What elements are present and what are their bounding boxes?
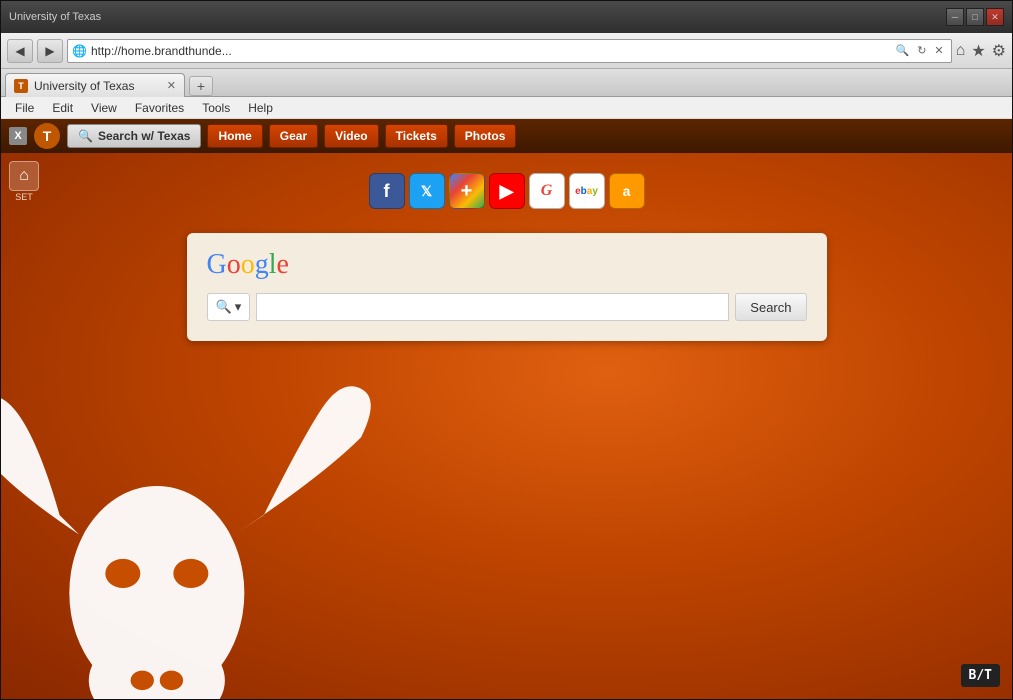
menu-help[interactable]: Help <box>240 99 281 117</box>
tickets-texas-button[interactable]: Tickets <box>385 124 448 148</box>
google-plus-icon[interactable]: + <box>449 173 485 209</box>
search-input-row: 🔍 ▾ Search <box>207 293 807 321</box>
tab-favicon: T <box>14 79 28 93</box>
google-logo-o2: o <box>241 249 255 280</box>
texas-toolbar-close[interactable]: X <box>9 127 27 145</box>
title-bar-left: University of Texas <box>9 11 109 23</box>
google-logo: Google <box>207 249 807 281</box>
google-icon[interactable]: G <box>529 173 565 209</box>
tab-bar: T University of Texas ✕ + <box>1 69 1012 97</box>
back-button[interactable]: ◀ <box>7 39 33 63</box>
search-icon: 🔍 <box>78 129 93 143</box>
svg-text:T: T <box>43 128 52 144</box>
google-logo-l: l <box>269 249 277 280</box>
menu-favorites[interactable]: Favorites <box>127 99 192 117</box>
google-search-button[interactable]: Search <box>735 293 806 321</box>
home-texas-label: Home <box>218 129 251 143</box>
google-logo-o1: o <box>227 249 241 280</box>
menu-bar: File Edit View Favorites Tools Help <box>1 97 1012 119</box>
longhorn-svg <box>1 379 411 699</box>
stop-btn[interactable]: ✕ <box>931 43 946 58</box>
search-address-btn[interactable]: 🔍 <box>893 43 913 58</box>
facebook-icon[interactable]: f <box>369 173 405 209</box>
tab-title: University of Texas <box>34 79 161 93</box>
video-texas-button[interactable]: Video <box>324 124 378 148</box>
window-controls: ─ □ ✕ <box>946 8 1004 26</box>
address-bar-actions: 🔍 ↻ ✕ <box>893 43 947 58</box>
forward-button[interactable]: ▶ <box>37 39 63 63</box>
bt-badge-text: B/T <box>969 668 992 683</box>
gear-texas-label: Gear <box>280 129 307 143</box>
google-logo-g1: G <box>207 249 227 280</box>
settings-nav-btn[interactable]: ⚙ <box>992 41 1006 61</box>
favorites-star-btn[interactable]: ★ <box>971 41 985 61</box>
maximize-button[interactable]: □ <box>966 8 984 26</box>
page-title-chrome: University of Texas <box>9 11 101 23</box>
home-nav-btn[interactable]: ⌂ <box>956 42 966 60</box>
gear-texas-button[interactable]: Gear <box>269 124 318 148</box>
google-search-box: Google 🔍 ▾ Search <box>187 233 827 341</box>
menu-tools[interactable]: Tools <box>194 99 238 117</box>
address-bar-input[interactable] <box>91 44 889 58</box>
search-texas-button[interactable]: 🔍 Search w/ Texas <box>67 124 201 148</box>
content-area: ⌂ SET f 𝕏 + ▶ G ebay a Google 🔍 ▾ <box>1 153 1012 699</box>
search-texas-label: Search w/ Texas <box>98 129 191 143</box>
photos-texas-label: Photos <box>465 129 506 143</box>
search-icon-small: 🔍 <box>216 299 232 315</box>
active-tab[interactable]: T University of Texas ✕ <box>5 73 185 97</box>
search-type-dropdown[interactable]: 🔍 ▾ <box>207 293 251 321</box>
close-button[interactable]: ✕ <box>986 8 1004 26</box>
youtube-icon[interactable]: ▶ <box>489 173 525 209</box>
menu-view[interactable]: View <box>83 99 125 117</box>
google-search-input[interactable] <box>256 293 729 321</box>
social-bar: f 𝕏 + ▶ G ebay a <box>369 173 645 209</box>
texas-logo-icon: T <box>33 122 61 150</box>
address-bar-wrap: 🌐 🔍 ↻ ✕ <box>67 39 952 63</box>
ebay-icon[interactable]: ebay <box>569 173 605 209</box>
tab-close-btn[interactable]: ✕ <box>167 79 176 92</box>
address-bar-icon: 🌐 <box>72 44 87 58</box>
new-tab-button[interactable]: + <box>189 76 213 96</box>
texas-toolbar: X T 🔍 Search w/ Texas Home Gear Video Ti… <box>1 119 1012 153</box>
menu-file[interactable]: File <box>7 99 42 117</box>
google-logo-g2: g <box>255 249 269 280</box>
photos-texas-button[interactable]: Photos <box>454 124 517 148</box>
search-type-arrow: ▾ <box>235 299 242 315</box>
tickets-texas-label: Tickets <box>396 129 437 143</box>
home-set-icon: ⌂ <box>9 161 39 191</box>
video-texas-label: Video <box>335 129 367 143</box>
minimize-button[interactable]: ─ <box>946 8 964 26</box>
browser-window: University of Texas ─ □ ✕ ◀ ▶ 🌐 🔍 ↻ ✕ ⌂ … <box>0 0 1013 700</box>
bt-badge: B/T <box>961 664 1000 687</box>
refresh-btn[interactable]: ↻ <box>914 43 929 58</box>
title-bar: University of Texas ─ □ ✕ <box>1 1 1012 33</box>
home-set-label: SET <box>15 192 33 202</box>
menu-edit[interactable]: Edit <box>44 99 81 117</box>
nav-bar: ◀ ▶ 🌐 🔍 ↻ ✕ ⌂ ★ ⚙ <box>1 33 1012 69</box>
google-logo-e: e <box>277 249 289 280</box>
amazon-icon[interactable]: a <box>609 173 645 209</box>
longhorn-silhouette <box>1 379 411 699</box>
home-set-button[interactable]: ⌂ SET <box>9 161 39 202</box>
twitter-icon[interactable]: 𝕏 <box>409 173 445 209</box>
home-texas-button[interactable]: Home <box>207 124 262 148</box>
toolbar-right: ⌂ ★ ⚙ <box>956 41 1006 61</box>
